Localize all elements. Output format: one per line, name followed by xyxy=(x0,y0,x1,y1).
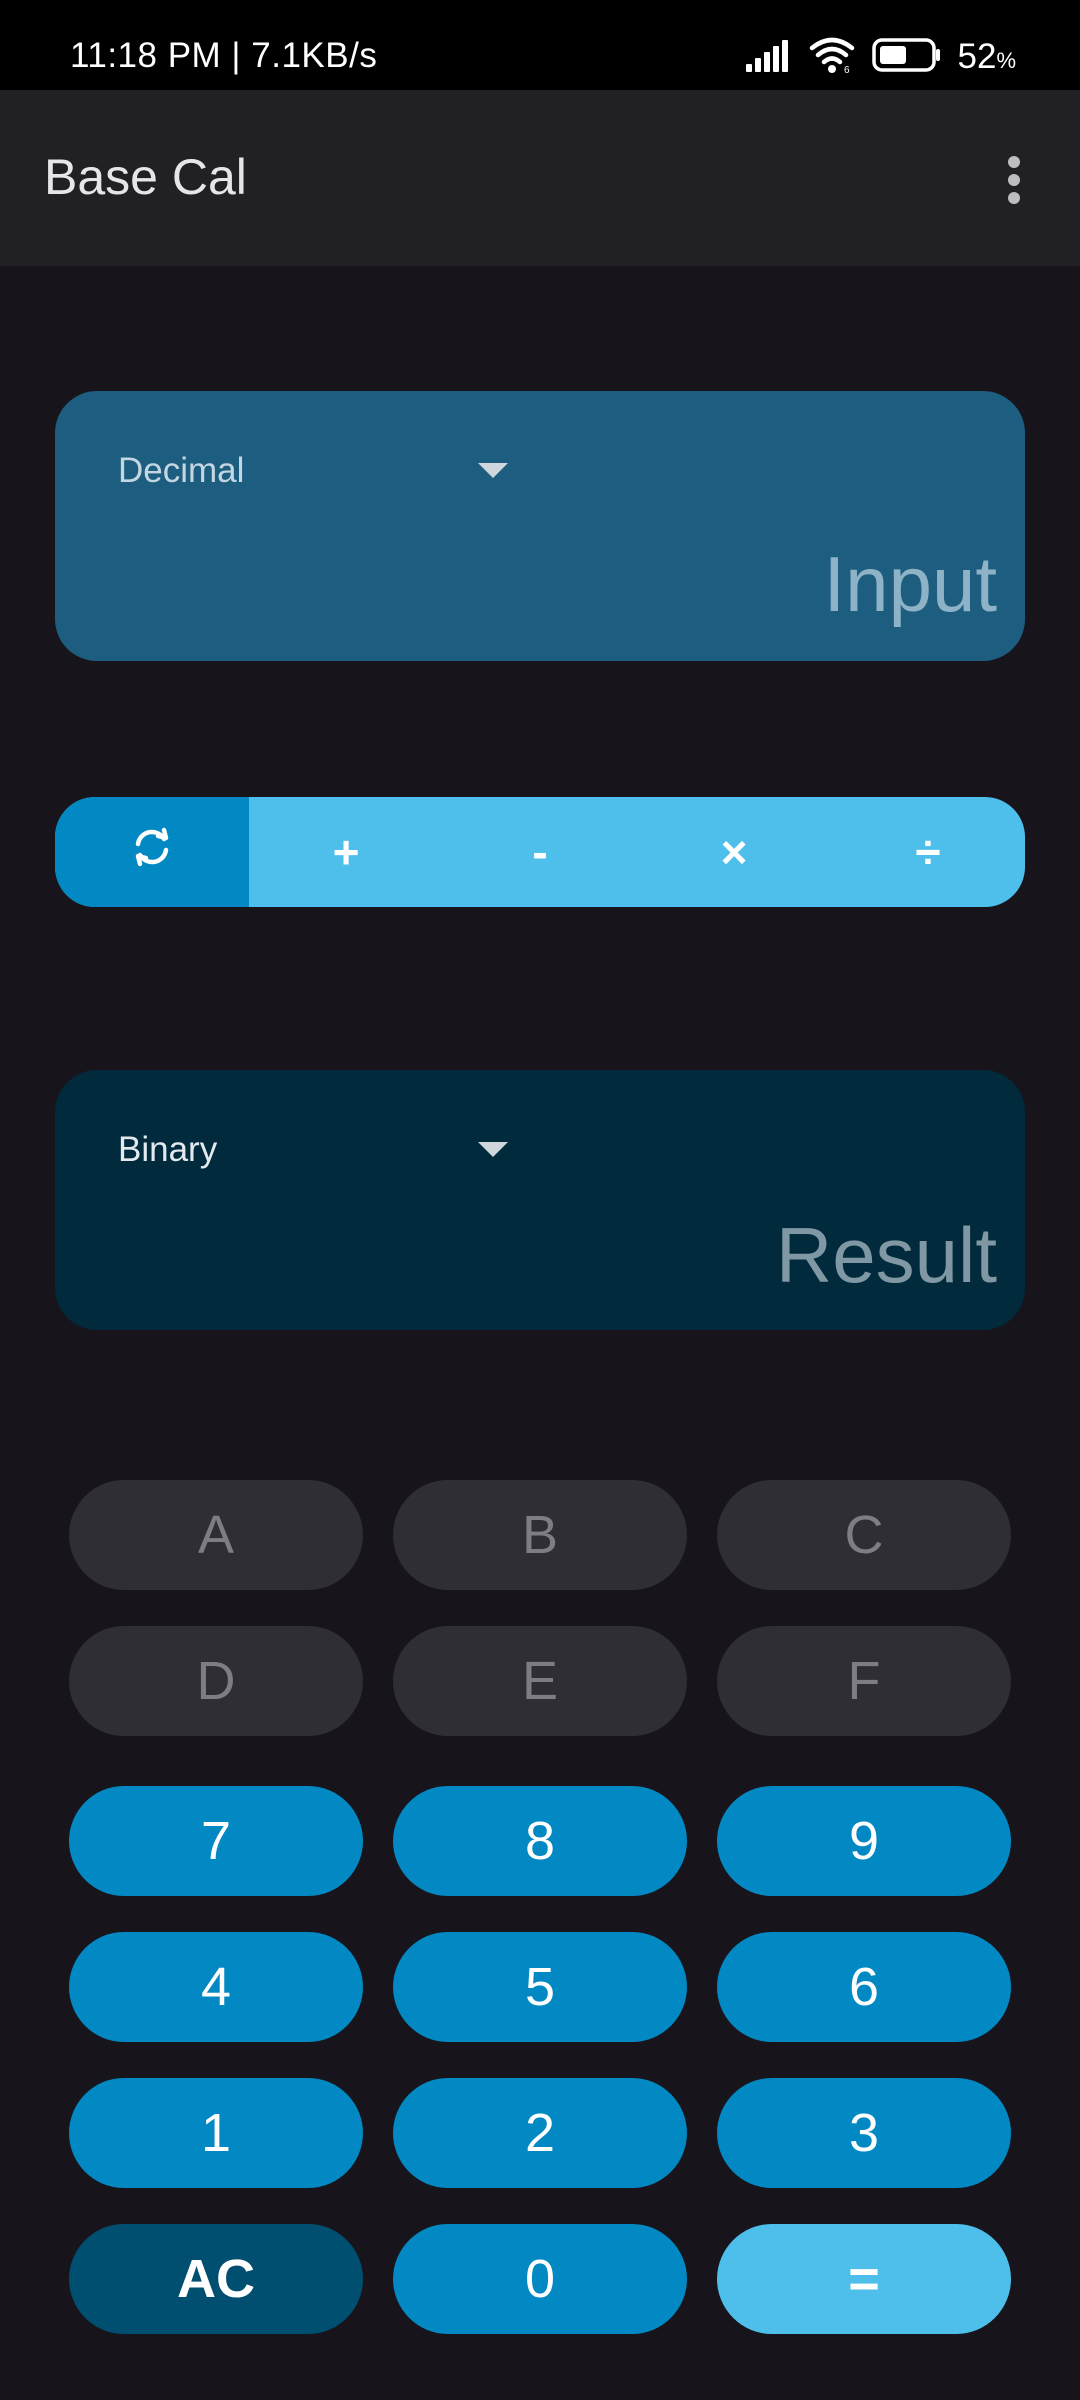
dropdown-arrow-icon xyxy=(478,1142,508,1157)
key-e[interactable]: E xyxy=(393,1626,687,1736)
result-base-dropdown[interactable]: Binary xyxy=(118,1120,508,1180)
key-3[interactable]: 3 xyxy=(717,2078,1011,2188)
key-5[interactable]: 5 xyxy=(393,1932,687,2042)
multiply-button[interactable]: × xyxy=(637,797,831,907)
status-time-network-speed: 11:18 PM | 7.1KB/s xyxy=(70,36,378,75)
key-7[interactable]: 7 xyxy=(69,1786,363,1896)
wifi-icon: 6 xyxy=(808,35,856,80)
signal-icon xyxy=(744,38,792,77)
input-base-dropdown[interactable]: Decimal xyxy=(118,441,508,501)
result-base-label: Binary xyxy=(118,1130,218,1169)
swap-icon xyxy=(129,824,175,881)
result-card: Binary Result xyxy=(55,1070,1025,1330)
plus-button[interactable]: + xyxy=(249,797,443,907)
key-8[interactable]: 8 xyxy=(393,1786,687,1896)
battery-percent: 52% xyxy=(957,37,1017,76)
key-a[interactable]: A xyxy=(69,1480,363,1590)
key-f[interactable]: F xyxy=(717,1626,1011,1736)
input-base-label: Decimal xyxy=(118,451,245,490)
status-icons: 6 52% xyxy=(744,34,1017,80)
input-field[interactable]: Input xyxy=(824,539,997,630)
swap-button[interactable] xyxy=(55,797,249,907)
key-0[interactable]: 0 xyxy=(393,2224,687,2334)
key-b[interactable]: B xyxy=(393,1480,687,1590)
minus-button[interactable]: - xyxy=(443,797,637,907)
key-1[interactable]: 1 xyxy=(69,2078,363,2188)
key-4[interactable]: 4 xyxy=(69,1932,363,2042)
overflow-menu-icon[interactable] xyxy=(984,140,1044,220)
svg-text:6: 6 xyxy=(844,65,850,75)
dropdown-arrow-icon xyxy=(478,463,508,478)
app-title: Base Cal xyxy=(44,149,247,205)
key-6[interactable]: 6 xyxy=(717,1932,1011,2042)
status-bar: 11:18 PM | 7.1KB/s 6 52% xyxy=(0,0,1080,90)
operator-bar: + - × ÷ xyxy=(55,797,1025,907)
key-c[interactable]: C xyxy=(717,1480,1011,1590)
key-d[interactable]: D xyxy=(69,1626,363,1736)
divide-button[interactable]: ÷ xyxy=(831,797,1025,907)
result-display: Result xyxy=(775,1211,997,1299)
battery-icon xyxy=(871,37,942,77)
key-9[interactable]: 9 xyxy=(717,1786,1011,1896)
key-2[interactable]: 2 xyxy=(393,2078,687,2188)
all-clear-button[interactable]: AC xyxy=(69,2224,363,2334)
input-card: Decimal Input xyxy=(55,391,1025,661)
app-bar: Base Cal xyxy=(0,90,1080,266)
equals-button[interactable]: = xyxy=(717,2224,1011,2334)
